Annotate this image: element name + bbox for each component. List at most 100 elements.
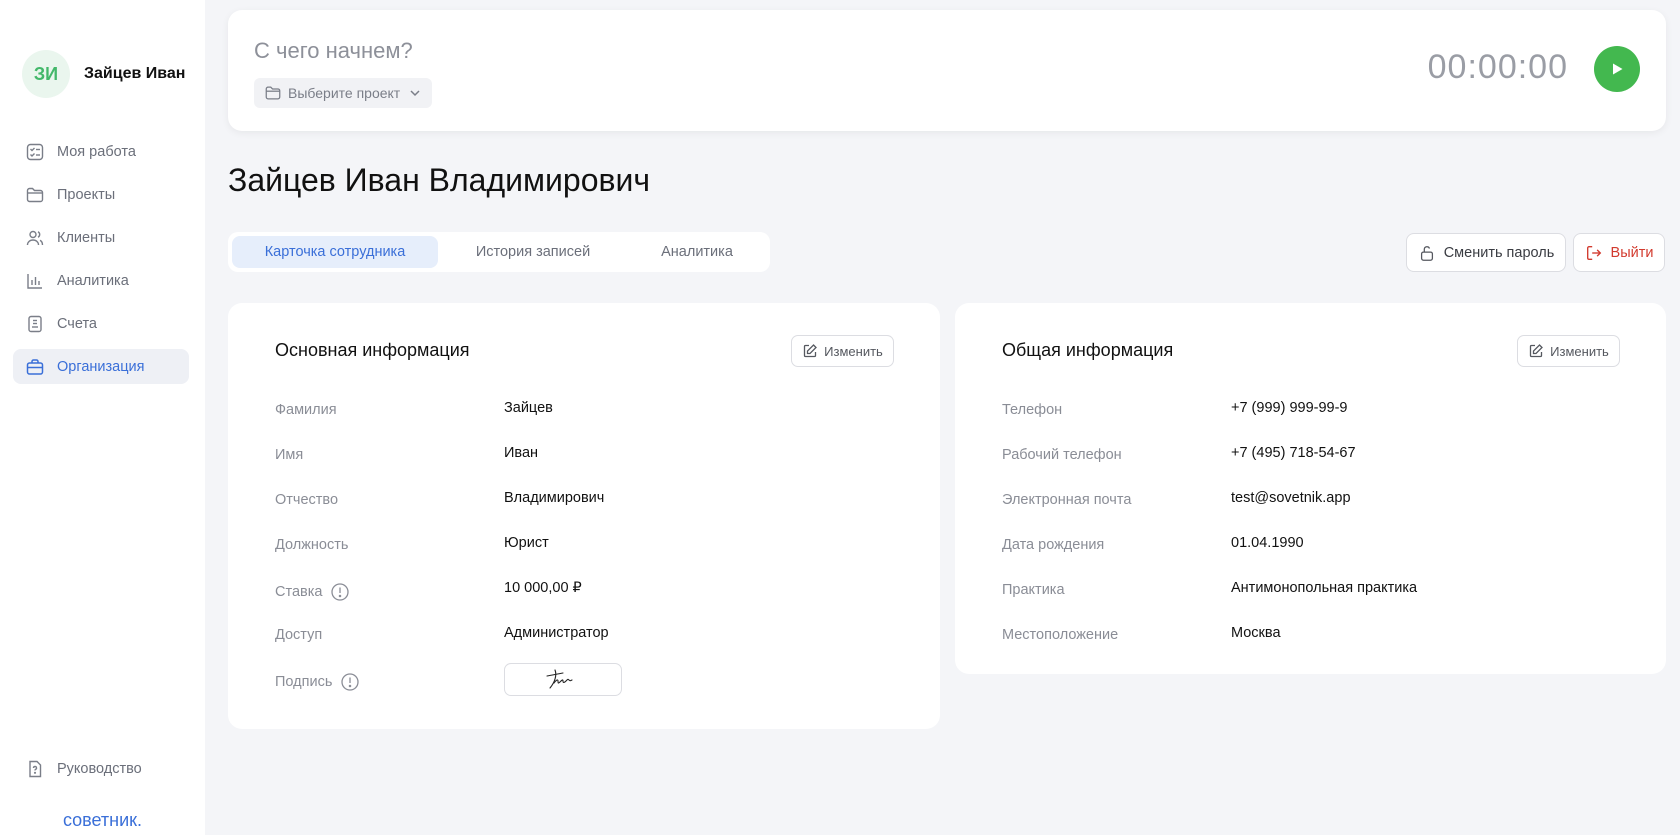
field-value: test@sovetnik.app — [1231, 490, 1351, 506]
general-info-rows: Телефон +7 (999) 999-99-9 Рабочий телефо… — [1002, 388, 1626, 658]
page-title: Зайцев Иван Владимирович — [228, 162, 651, 198]
main-info-card: Основная информация Изменить Фамилия Зай… — [228, 303, 940, 729]
row-last-name: Фамилия Зайцев — [275, 388, 900, 433]
field-value: Администратор — [504, 625, 609, 641]
row-phone: Телефон +7 (999) 999-99-9 — [1002, 388, 1626, 433]
row-location: Местоположение Москва — [1002, 613, 1626, 658]
field-label: Местоположение — [1002, 627, 1119, 643]
sidebar-item-label: Проекты — [57, 186, 116, 203]
sidebar-nav: Моя работа Проекты Клиенты Аналитика Сче… — [13, 134, 189, 392]
tab-analytics[interactable]: Аналитика — [628, 236, 766, 268]
field-label: Телефон — [1002, 402, 1063, 418]
logout-button[interactable]: Выйти — [1573, 233, 1665, 272]
row-signature: Подпись — [275, 658, 900, 703]
start-timer-button[interactable] — [1594, 46, 1640, 92]
field-label: Фамилия — [275, 402, 337, 418]
field-label: Электронная почта — [1002, 492, 1132, 508]
row-patronymic: Отчество Владимирович — [275, 478, 900, 523]
field-label: Рабочий телефон — [1002, 447, 1122, 463]
field-label-wrapper: Подпись — [275, 672, 360, 692]
checklist-icon — [25, 142, 45, 162]
field-label: Доступ — [275, 627, 323, 643]
edit-icon — [804, 344, 818, 358]
field-value: +7 (495) 718-54-67 — [1231, 445, 1356, 461]
sidebar-item-organization[interactable]: Организация — [13, 349, 189, 384]
main-info-rows: Фамилия Зайцев Имя Иван Отчество Владими… — [275, 388, 900, 703]
invoice-icon — [25, 314, 45, 334]
field-label: Ставка — [275, 584, 323, 600]
sidebar-item-label: Руководство — [57, 760, 142, 777]
task-prompt[interactable]: С чего начнем? — [254, 38, 413, 64]
change-password-label: Сменить пароль — [1443, 244, 1555, 261]
tabs: Карточка сотрудника История записей Анал… — [228, 232, 770, 272]
sidebar-item-guide[interactable]: Руководство — [13, 751, 189, 786]
help-document-icon — [25, 759, 45, 779]
unlock-icon — [1420, 245, 1433, 261]
row-email: Электронная почта test@sovetnik.app — [1002, 478, 1626, 523]
row-first-name: Имя Иван — [275, 433, 900, 478]
info-icon[interactable] — [340, 672, 360, 692]
row-access: Доступ Администратор — [275, 613, 900, 658]
timer-bar: С чего начнем? Выберите проект 00:00:00 — [228, 10, 1666, 131]
change-password-button[interactable]: Сменить пароль — [1406, 233, 1566, 272]
user-name: Зайцев Иван — [84, 65, 186, 82]
folder-icon — [265, 86, 281, 100]
folder-icon — [25, 185, 45, 205]
brand-logo: советник. — [62, 810, 143, 830]
edit-main-info-button[interactable]: Изменить — [791, 335, 894, 367]
field-value: Москва — [1231, 625, 1281, 641]
row-rate: Ставка 10 000,00 ₽ — [275, 568, 900, 613]
field-label: Имя — [275, 447, 304, 463]
project-select[interactable]: Выберите проект — [254, 78, 433, 108]
sidebar-item-analytics[interactable]: Аналитика — [13, 263, 189, 298]
sidebar-item-projects[interactable]: Проекты — [13, 177, 189, 212]
signature-icon — [546, 668, 573, 689]
row-birth-date: Дата рождения 01.04.1990 — [1002, 523, 1626, 568]
general-info-card: Общая информация Изменить Телефон +7 (99… — [955, 303, 1666, 674]
field-value: 10 000,00 ₽ — [504, 580, 582, 596]
users-icon — [25, 228, 45, 248]
edit-icon — [1530, 344, 1544, 358]
field-value: Иван — [504, 445, 539, 461]
field-label: Практика — [1002, 582, 1065, 598]
row-work-phone: Рабочий телефон +7 (495) 718-54-67 — [1002, 433, 1626, 478]
field-label: Подпись — [275, 674, 333, 690]
bar-chart-icon — [25, 271, 45, 291]
info-icon[interactable] — [330, 582, 350, 602]
avatar: ЗИ — [22, 50, 70, 98]
edit-general-info-button[interactable]: Изменить — [1517, 335, 1620, 367]
field-label: Дата рождения — [1002, 537, 1105, 553]
field-value: Зайцев — [504, 400, 553, 416]
sidebar-item-label: Моя работа — [57, 143, 136, 160]
row-position: Должность Юрист — [275, 523, 900, 568]
field-value: Юрист — [504, 535, 549, 551]
play-icon — [1613, 63, 1623, 75]
signature-image[interactable] — [504, 663, 622, 696]
sidebar: ЗИ Зайцев Иван Моя работа Проекты Клиент… — [0, 0, 205, 835]
logout-icon — [1586, 245, 1601, 260]
edit-label: Изменить — [824, 343, 883, 359]
card-title: Основная информация — [275, 340, 470, 360]
logout-label: Выйти — [1610, 244, 1654, 261]
timer-display: 00:00:00 — [1427, 48, 1568, 86]
field-value: 01.04.1990 — [1231, 535, 1304, 551]
field-label: Должность — [275, 537, 349, 553]
row-practice: Практика Антимонопольная практика — [1002, 568, 1626, 613]
briefcase-icon — [25, 357, 45, 377]
field-value: Антимонопольная практика — [1231, 580, 1418, 596]
field-label: Отчество — [275, 492, 339, 508]
chevron-down-icon — [410, 90, 420, 97]
sidebar-item-invoices[interactable]: Счета — [13, 306, 189, 341]
field-value: Владимирович — [504, 490, 605, 506]
tab-records-history[interactable]: История записей — [438, 236, 628, 268]
sidebar-item-my-work[interactable]: Моя работа — [13, 134, 189, 169]
sidebar-item-label: Аналитика — [57, 272, 129, 289]
field-value: +7 (999) 999-99-9 — [1231, 400, 1348, 416]
project-select-label: Выберите проект — [288, 85, 401, 101]
sidebar-item-label: Организация — [57, 358, 145, 375]
user-block[interactable]: ЗИ Зайцев Иван — [22, 50, 185, 98]
sidebar-item-clients[interactable]: Клиенты — [13, 220, 189, 255]
tab-employee-card[interactable]: Карточка сотрудника — [232, 236, 438, 268]
sidebar-guide: Руководство — [13, 751, 189, 794]
card-title: Общая информация — [1002, 340, 1174, 360]
